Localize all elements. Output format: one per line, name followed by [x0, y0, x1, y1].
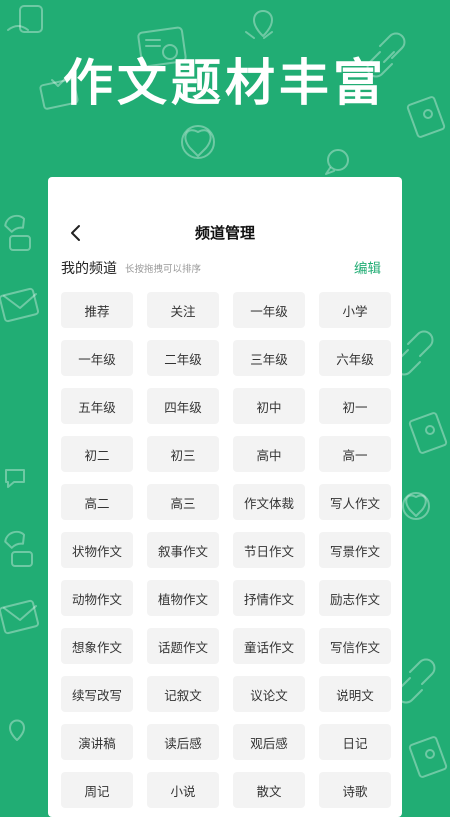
channel-chip[interactable]: 作文体裁 — [233, 484, 305, 520]
channel-chip[interactable]: 读后感 — [147, 724, 219, 760]
notebook-doodle-icon-3 — [408, 736, 448, 778]
channel-chip[interactable]: 关注 — [147, 292, 219, 328]
channel-chip[interactable]: 续写改写 — [61, 676, 133, 712]
channel-chip[interactable]: 写人作文 — [319, 484, 391, 520]
channel-chip[interactable]: 散文 — [233, 772, 305, 808]
phone-doodle-icon — [7, 5, 43, 33]
channel-chip[interactable]: 初二 — [61, 436, 133, 472]
phone-doodle-icon-2 — [4, 214, 31, 251]
banner-headline: 作文题材丰富 — [63, 54, 387, 112]
channel-chip[interactable]: 日记 — [319, 724, 391, 760]
channel-chip[interactable]: 周记 — [61, 772, 133, 808]
channel-chip[interactable]: 写景作文 — [319, 532, 391, 568]
heart-doodle-icon — [181, 125, 215, 159]
envelope-doodle-icon-2 — [0, 599, 40, 635]
channel-chip[interactable]: 初一 — [319, 388, 391, 424]
channel-chip[interactable]: 想象作文 — [61, 628, 133, 664]
channel-chip[interactable]: 演讲稿 — [61, 724, 133, 760]
channel-chip[interactable]: 二年级 — [147, 340, 219, 376]
channel-chip[interactable]: 高一 — [319, 436, 391, 472]
channel-chip[interactable]: 六年级 — [319, 340, 391, 376]
link-doodle-icon-3 — [396, 658, 436, 704]
channel-chip[interactable]: 三年级 — [233, 340, 305, 376]
navigation-bar: 频道管理 我的频道 长按拖拽可以排序 编辑 — [48, 177, 402, 289]
channel-chip[interactable]: 初中 — [233, 388, 305, 424]
channel-chip[interactable]: 初三 — [147, 436, 219, 472]
channel-chip[interactable]: 说明文 — [319, 676, 391, 712]
channel-chip[interactable]: 一年级 — [61, 340, 133, 376]
chat-doodle-icon — [325, 149, 349, 175]
channel-chip[interactable]: 植物作文 — [147, 580, 219, 616]
channel-chip[interactable]: 高二 — [61, 484, 133, 520]
channel-chip[interactable]: 节日作文 — [233, 532, 305, 568]
channel-chip[interactable]: 励志作文 — [319, 580, 391, 616]
notebook-doodle-icon-2 — [408, 412, 448, 454]
channel-chip[interactable]: 议论文 — [233, 676, 305, 712]
channel-chip[interactable]: 高中 — [233, 436, 305, 472]
channel-chip[interactable]: 五年级 — [61, 388, 133, 424]
drag-sort-hint: 长按拖拽可以排序 — [125, 264, 202, 275]
channel-chip[interactable]: 高三 — [147, 484, 219, 520]
pin-doodle-icon-2 — [9, 719, 25, 741]
channel-chip[interactable]: 诗歌 — [319, 772, 391, 808]
channel-chip[interactable]: 记叙文 — [147, 676, 219, 712]
channel-chip[interactable]: 抒情作文 — [233, 580, 305, 616]
channel-chip[interactable]: 小说 — [147, 772, 219, 808]
heart-doodle-icon-2 — [402, 492, 430, 520]
my-channels-header: 我的频道 长按拖拽可以排序 编辑 — [61, 258, 391, 280]
section-title: 我的频道 — [61, 261, 117, 277]
channel-chip[interactable]: 叙事作文 — [147, 532, 219, 568]
channel-chip[interactable]: 动物作文 — [61, 580, 133, 616]
channel-chip[interactable]: 推荐 — [61, 292, 133, 328]
channel-chip[interactable]: 小学 — [319, 292, 391, 328]
channel-chip[interactable]: 话题作文 — [147, 628, 219, 664]
channel-chip[interactable]: 写信作文 — [319, 628, 391, 664]
channel-chip[interactable]: 一年级 — [233, 292, 305, 328]
channel-chip[interactable]: 状物作文 — [61, 532, 133, 568]
envelope-doodle-icon — [0, 287, 40, 323]
channel-chip[interactable]: 童话作文 — [233, 628, 305, 664]
edit-button[interactable]: 编辑 — [354, 258, 381, 280]
channel-chip[interactable]: 四年级 — [147, 388, 219, 424]
location-pin-doodle-icon — [245, 10, 273, 39]
phone-doodle-icon-3 — [4, 530, 33, 567]
channel-chip[interactable]: 观后感 — [233, 724, 305, 760]
channel-grid: 推荐 关注 一年级 小学 一年级 二年级 三年级 六年级 五年级 四年级 初中 … — [61, 292, 393, 808]
phone-screen: 频道管理 我的频道 长按拖拽可以排序 编辑 推荐 关注 一年级 小学 一年级 二… — [48, 177, 402, 817]
page-title: 频道管理 — [194, 224, 255, 242]
chat-doodle-icon-2 — [5, 469, 25, 488]
